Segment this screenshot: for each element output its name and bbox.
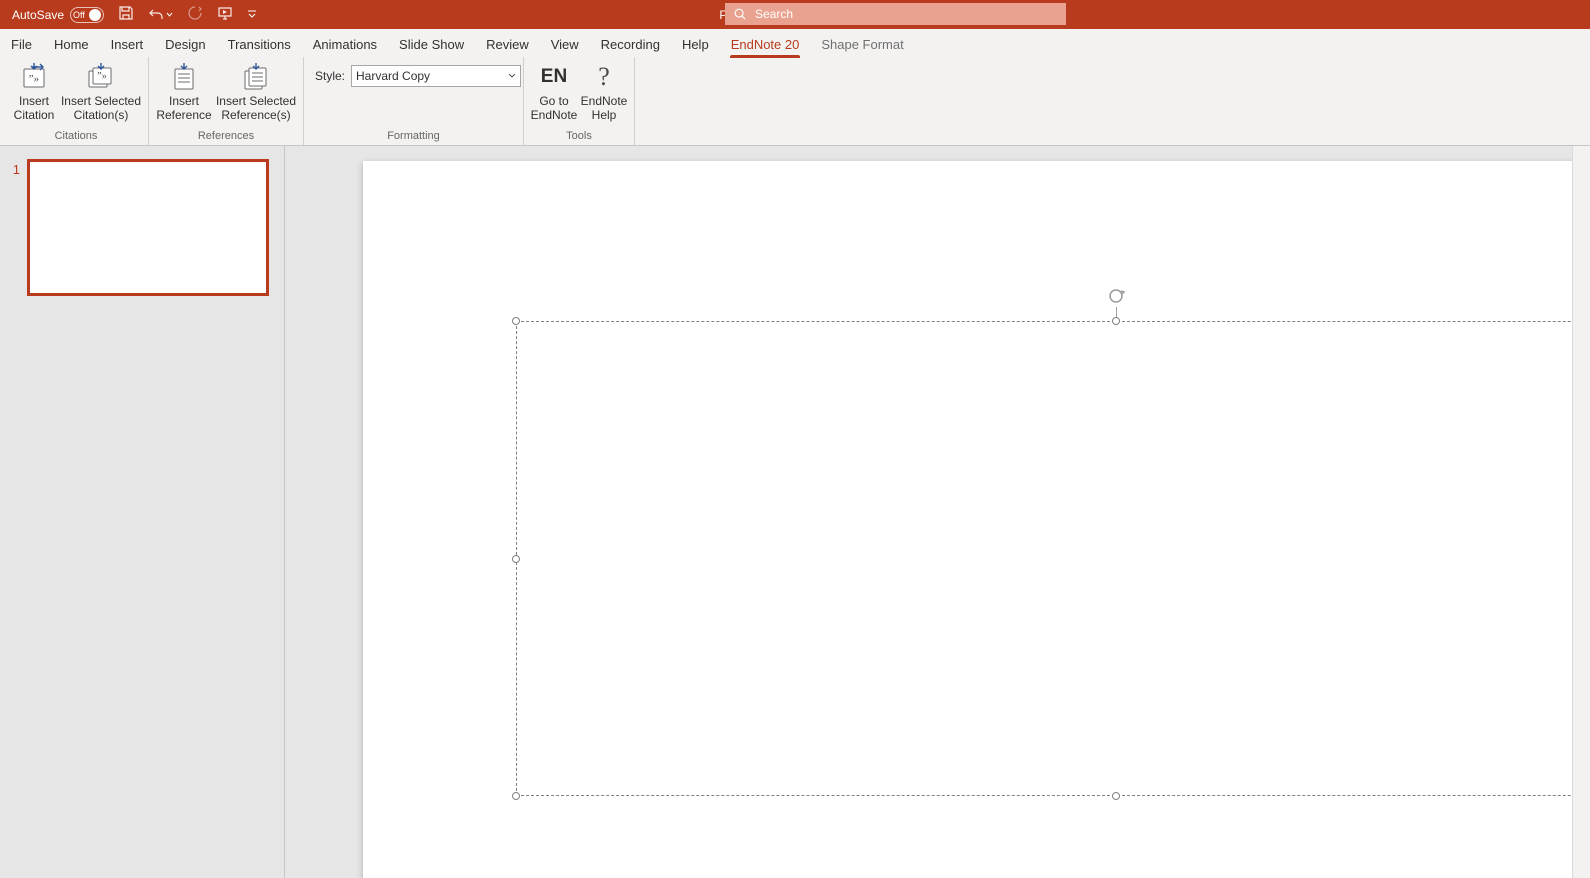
go-to-endnote-label: Go to EndNote bbox=[529, 94, 579, 122]
resize-handle-top-middle[interactable] bbox=[1112, 317, 1120, 325]
group-formatting: Style: Harvard Copy Formatting bbox=[304, 57, 524, 145]
endnote-help-button[interactable]: ? EndNote Help bbox=[579, 60, 629, 122]
resize-handle-bottom-left[interactable] bbox=[512, 792, 520, 800]
chevron-down-icon bbox=[508, 72, 516, 80]
tab-transitions[interactable]: Transitions bbox=[217, 32, 302, 57]
selection-border bbox=[516, 321, 1590, 796]
search-icon bbox=[733, 7, 747, 21]
tab-design[interactable]: Design bbox=[154, 32, 216, 57]
tab-home[interactable]: Home bbox=[43, 32, 100, 57]
slide-thumbnail[interactable] bbox=[28, 160, 268, 295]
title-bar: AutoSave Off Presentation1 - PowerPoint … bbox=[0, 0, 1590, 29]
style-label: Style: bbox=[315, 69, 345, 83]
save-icon[interactable] bbox=[118, 5, 134, 24]
insert-selected-references-button[interactable]: Insert Selected Reference(s) bbox=[214, 60, 298, 122]
insert-selected-references-icon bbox=[240, 61, 272, 93]
ribbon-tab-strip: File Home Insert Design Transitions Anim… bbox=[0, 29, 1590, 57]
customize-qat-icon[interactable] bbox=[247, 8, 257, 22]
search-placeholder: Search bbox=[755, 7, 1058, 21]
toggle-knob-icon bbox=[89, 9, 101, 21]
slide-thumbnail-row[interactable]: 1 bbox=[10, 160, 274, 295]
endnote-help-icon: ? bbox=[588, 61, 620, 93]
tab-endnote20[interactable]: EndNote 20 bbox=[720, 32, 811, 57]
tab-insert[interactable]: Insert bbox=[100, 32, 155, 57]
autosave-state: Off bbox=[73, 10, 85, 20]
insert-selected-citations-label: Insert Selected Citation(s) bbox=[59, 94, 143, 122]
autosave-toggle[interactable]: Off bbox=[70, 7, 104, 23]
insert-reference-label: Insert Reference bbox=[154, 94, 214, 122]
rotate-handle[interactable] bbox=[1106, 286, 1126, 306]
insert-citation-label: Insert Citation bbox=[9, 94, 59, 122]
style-dropdown[interactable]: Harvard Copy bbox=[351, 65, 521, 87]
tab-slideshow[interactable]: Slide Show bbox=[388, 32, 475, 57]
tab-recording[interactable]: Recording bbox=[590, 32, 671, 57]
group-references-label: References bbox=[198, 130, 254, 145]
resize-handle-middle-left[interactable] bbox=[512, 555, 520, 563]
ribbon: ”» Insert Citation ”» Insert Selected Ci… bbox=[0, 57, 1590, 146]
slide-thumbnail-panel[interactable]: 1 bbox=[0, 146, 285, 878]
insert-citation-button[interactable]: ”» Insert Citation bbox=[9, 60, 59, 122]
tab-review[interactable]: Review bbox=[475, 32, 540, 57]
svg-text:”»: ”» bbox=[97, 71, 106, 82]
svg-text:”»: ”» bbox=[29, 73, 39, 85]
resize-handle-bottom-middle[interactable] bbox=[1112, 792, 1120, 800]
group-formatting-label: Formatting bbox=[387, 130, 440, 145]
chevron-down-icon[interactable] bbox=[166, 11, 173, 18]
tab-animations[interactable]: Animations bbox=[302, 32, 388, 57]
search-box[interactable]: Search bbox=[725, 3, 1066, 25]
style-value: Harvard Copy bbox=[356, 69, 430, 83]
resize-handle-top-left[interactable] bbox=[512, 317, 520, 325]
go-to-endnote-icon: EN bbox=[538, 61, 570, 93]
endnote-help-label: EndNote Help bbox=[579, 94, 629, 122]
autosave-label: AutoSave bbox=[12, 8, 64, 22]
undo-icon[interactable] bbox=[148, 7, 173, 23]
group-citations-label: Citations bbox=[55, 130, 98, 145]
autosave-control[interactable]: AutoSave Off bbox=[0, 7, 104, 23]
quick-access-toolbar bbox=[118, 5, 257, 24]
workspace: 1 bbox=[0, 146, 1590, 878]
tab-view[interactable]: View bbox=[540, 32, 590, 57]
selected-textbox[interactable] bbox=[516, 321, 1590, 796]
group-citations: ”» Insert Citation ”» Insert Selected Ci… bbox=[4, 57, 149, 145]
tab-shape-format[interactable]: Shape Format bbox=[810, 32, 914, 57]
vertical-scrollbar[interactable] bbox=[1572, 146, 1590, 878]
insert-reference-button[interactable]: Insert Reference bbox=[154, 60, 214, 122]
group-tools-label: Tools bbox=[566, 130, 592, 145]
insert-reference-icon bbox=[168, 61, 200, 93]
slide-canvas[interactable] bbox=[363, 161, 1590, 878]
rotate-icon bbox=[1106, 286, 1126, 306]
tab-help[interactable]: Help bbox=[671, 32, 720, 57]
tab-file[interactable]: File bbox=[0, 32, 43, 57]
start-from-beginning-icon[interactable] bbox=[217, 5, 233, 24]
slide-thumbnail-number: 1 bbox=[10, 160, 20, 177]
group-tools: EN Go to EndNote ? EndNote Help Tools bbox=[524, 57, 635, 145]
redo-icon[interactable] bbox=[187, 5, 203, 24]
go-to-endnote-button[interactable]: EN Go to EndNote bbox=[529, 60, 579, 122]
slide-edit-area[interactable] bbox=[285, 146, 1590, 878]
insert-selected-references-label: Insert Selected Reference(s) bbox=[214, 94, 298, 122]
insert-selected-citations-icon: ”» bbox=[85, 61, 117, 93]
group-references: Insert Reference Insert Selected Referen… bbox=[149, 57, 304, 145]
insert-citation-icon: ”» bbox=[18, 61, 50, 93]
insert-selected-citations-button[interactable]: ”» Insert Selected Citation(s) bbox=[59, 60, 143, 122]
